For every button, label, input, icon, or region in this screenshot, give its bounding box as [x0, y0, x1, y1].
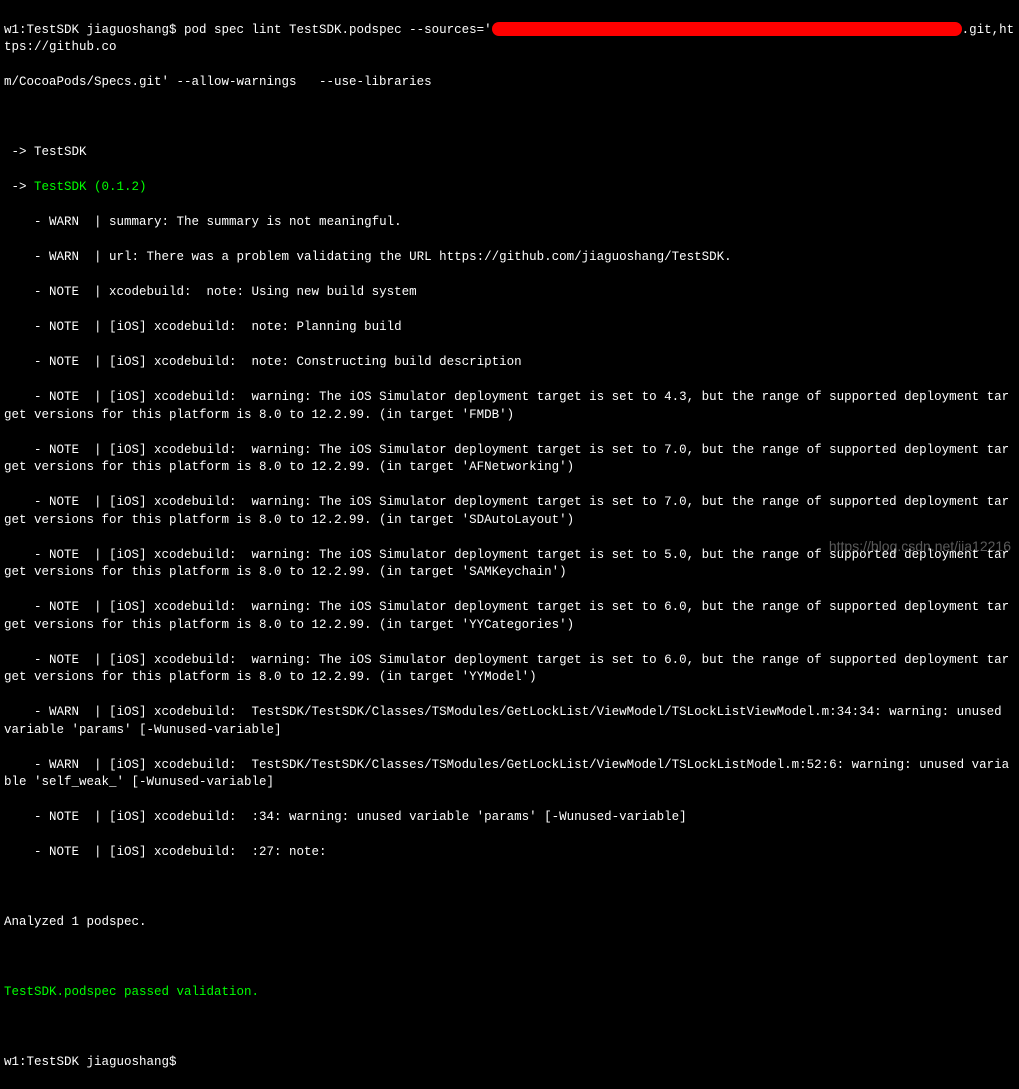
blank-line	[4, 949, 1015, 967]
output-note-fmdb: - NOTE | [iOS] xcodebuild: warning: The …	[4, 389, 1015, 424]
output-warn-viewmodel: - WARN | [iOS] xcodebuild: TestSDK/TestS…	[4, 704, 1015, 739]
output-passed-validation: TestSDK.podspec passed validation.	[4, 984, 1015, 1002]
blank-line	[4, 879, 1015, 897]
output-warn-model: - WARN | [iOS] xcodebuild: TestSDK/TestS…	[4, 757, 1015, 792]
output-analyzed: Analyzed 1 podspec.	[4, 914, 1015, 932]
output-note-sdautolayout: - NOTE | [iOS] xcodebuild: warning: The …	[4, 494, 1015, 529]
watermark-text: https://blog.csdn.net/jia12216	[829, 537, 1011, 557]
blank-line	[4, 1019, 1015, 1037]
output-testsdk-version: -> TestSDK (0.1.2)	[4, 179, 1015, 197]
output-note-buildsystem: - NOTE | xcodebuild: note: Using new bui…	[4, 284, 1015, 302]
output-warn-url: - WARN | url: There was a problem valida…	[4, 249, 1015, 267]
output-note-constructing: - NOTE | [iOS] xcodebuild: note: Constru…	[4, 354, 1015, 372]
output-note-planning: - NOTE | [iOS] xcodebuild: note: Plannin…	[4, 319, 1015, 337]
cmd-text-1: pod spec lint TestSDK.podspec --sources=…	[184, 23, 492, 37]
output-note-27: - NOTE | [iOS] xcodebuild: :27: note:	[4, 844, 1015, 862]
redacted-url	[492, 22, 962, 36]
output-note-afnetworking: - NOTE | [iOS] xcodebuild: warning: The …	[4, 442, 1015, 477]
output-note-yycategories: - NOTE | [iOS] xcodebuild: warning: The …	[4, 599, 1015, 634]
prompt-path: w1:TestSDK jiaguoshang$	[4, 23, 184, 37]
command-line-1: w1:TestSDK jiaguoshang$ pod spec lint Te…	[4, 22, 1015, 57]
version-green: TestSDK (0.1.2)	[34, 180, 147, 194]
output-testsdk-header: -> TestSDK	[4, 144, 1015, 162]
command-line-2: m/CocoaPods/Specs.git' --allow-warnings …	[4, 74, 1015, 92]
output-warn-summary: - WARN | summary: The summary is not mea…	[4, 214, 1015, 232]
blank-line	[4, 109, 1015, 127]
output-note-yymodel: - NOTE | [iOS] xcodebuild: warning: The …	[4, 652, 1015, 687]
output-note-params: - NOTE | [iOS] xcodebuild: :34: warning:…	[4, 809, 1015, 827]
prompt-ready[interactable]: w1:TestSDK jiaguoshang$	[4, 1054, 1015, 1072]
